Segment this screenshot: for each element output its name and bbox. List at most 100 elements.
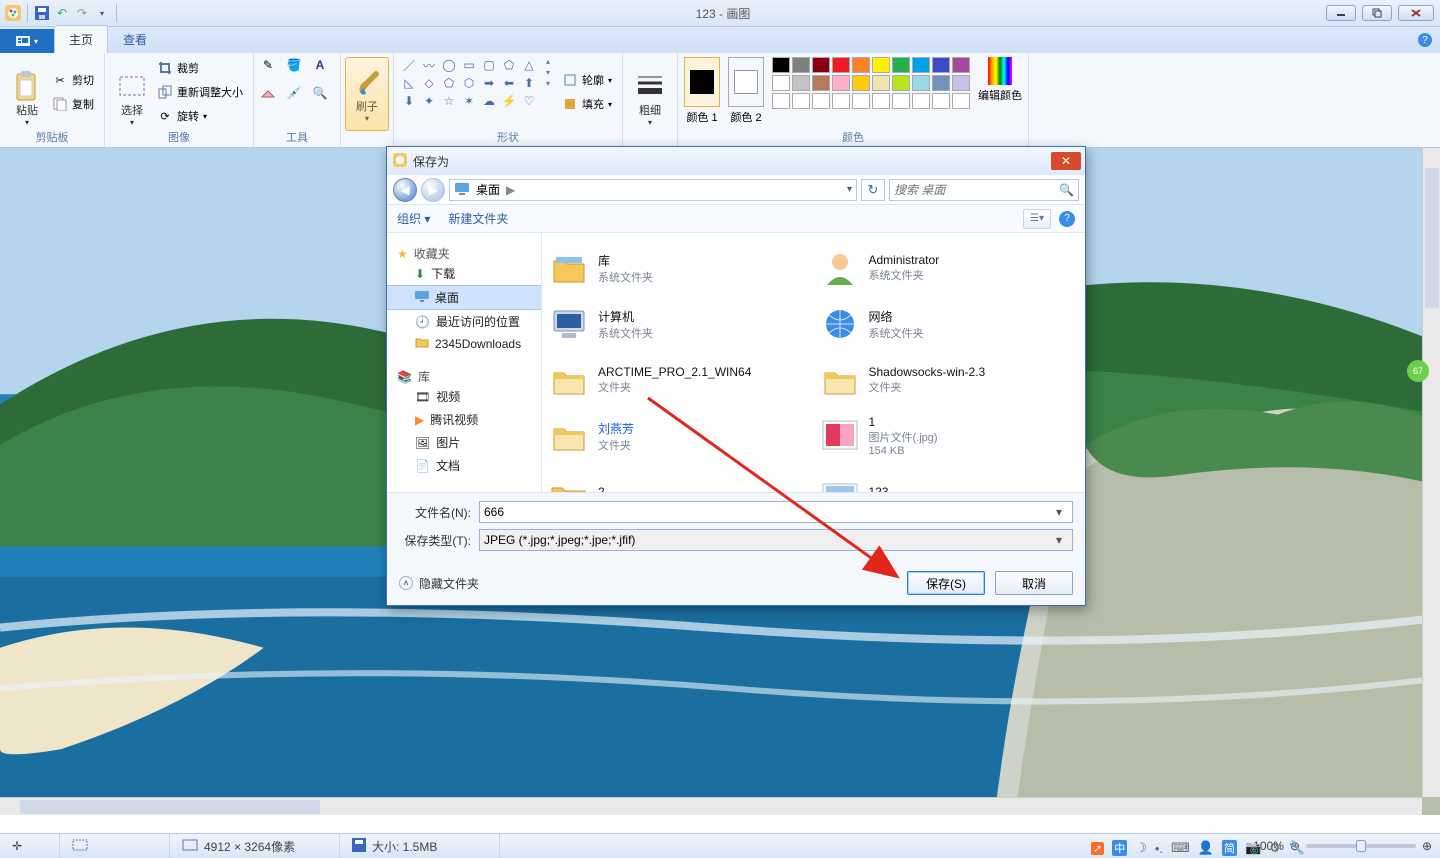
- maximize-button[interactable]: [1362, 5, 1392, 21]
- shape-4star-icon[interactable]: ✦: [420, 93, 438, 109]
- filename-input-wrap[interactable]: ▾: [479, 501, 1073, 523]
- dialog-close-button[interactable]: ✕: [1051, 152, 1081, 170]
- eraser-tool-icon[interactable]: [260, 85, 276, 101]
- color-swatch[interactable]: [872, 75, 890, 91]
- zoom-slider[interactable]: [1306, 844, 1416, 848]
- color-swatch[interactable]: [912, 75, 930, 91]
- color-swatch[interactable]: [832, 93, 850, 109]
- file-item[interactable]: Shadowsocks-win-2.3文件夹: [817, 353, 1082, 407]
- shape-bolt-icon[interactable]: ⚡: [500, 93, 518, 109]
- color-swatch[interactable]: [852, 93, 870, 109]
- breadcrumb[interactable]: 桌面 ▶ ▾: [449, 179, 857, 201]
- shapes-gallery[interactable]: ／ 〰 ◯ ▭ ▢ ⬠ △ ◺ ◇ ⬠ ⬡ ➡ ⬅ ⬆ ⬇ ✦ ☆ ✶ ☁ ⚡: [400, 57, 538, 109]
- color-swatch[interactable]: [772, 93, 790, 109]
- shape-fill-button[interactable]: 填充▾: [562, 94, 612, 114]
- shape-uarrow-icon[interactable]: ⬆: [520, 75, 538, 91]
- zoom-slider-knob[interactable]: [1356, 840, 1366, 852]
- color-swatch[interactable]: [932, 93, 950, 109]
- nav-downloads[interactable]: ⬇下载: [387, 262, 541, 285]
- shape-darrow-icon[interactable]: ⬇: [400, 93, 418, 109]
- nav-recent[interactable]: 🕘最近访问的位置: [387, 310, 541, 333]
- shape-line-icon[interactable]: ／: [400, 57, 418, 73]
- shape-roundrect-icon[interactable]: ▢: [480, 57, 498, 73]
- view-mode-button[interactable]: ☰▾: [1023, 209, 1051, 229]
- file-tab[interactable]: ▾: [0, 29, 54, 53]
- color-swatch[interactable]: [892, 75, 910, 91]
- redo-icon[interactable]: ↷: [73, 4, 91, 22]
- shapes-scroll-down[interactable]: ▾: [546, 68, 550, 77]
- nav-desktop[interactable]: 桌面: [387, 285, 541, 310]
- color-swatch[interactable]: [772, 57, 790, 73]
- color-swatch[interactable]: [812, 93, 830, 109]
- navigation-pane[interactable]: ★收藏夹 ⬇下载 桌面 🕘最近访问的位置 2345Downloads 📚库 🎞视…: [387, 233, 542, 492]
- color-swatch[interactable]: [952, 93, 970, 109]
- shape-diamond-icon[interactable]: ◇: [420, 75, 438, 91]
- file-item[interactable]: Administrator系统文件夹: [817, 241, 1082, 295]
- color-swatch[interactable]: [872, 57, 890, 73]
- color-swatch[interactable]: [792, 93, 810, 109]
- close-button[interactable]: [1398, 5, 1434, 21]
- nav-videos[interactable]: 🎞视频: [387, 385, 541, 408]
- color-swatch[interactable]: [812, 75, 830, 91]
- breadcrumb-dropdown-icon[interactable]: ▾: [847, 184, 852, 195]
- shape-6star-icon[interactable]: ✶: [460, 93, 478, 109]
- color-swatch[interactable]: [932, 57, 950, 73]
- shape-rarrow-icon[interactable]: ➡: [480, 75, 498, 91]
- color-swatch[interactable]: [792, 75, 810, 91]
- vscroll-thumb[interactable]: [1425, 168, 1439, 308]
- color-palette[interactable]: [772, 57, 970, 109]
- undo-icon[interactable]: ↶: [53, 4, 71, 22]
- shape-rtriangle-icon[interactable]: ◺: [400, 75, 418, 91]
- color-swatch[interactable]: [892, 57, 910, 73]
- file-item[interactable]: 刘燕芳文件夹: [546, 409, 811, 463]
- cancel-button[interactable]: 取消: [995, 571, 1073, 595]
- side-badge[interactable]: 67: [1407, 360, 1429, 382]
- shape-triangle-icon[interactable]: △: [520, 57, 538, 73]
- color2-button[interactable]: [728, 57, 764, 107]
- bucket-tool-icon[interactable]: 🪣: [286, 57, 302, 73]
- nav-docs[interactable]: 📄文档: [387, 454, 541, 477]
- color-swatch[interactable]: [872, 93, 890, 109]
- save-button[interactable]: 保存(S): [907, 571, 985, 595]
- hide-folders-button[interactable]: ˄隐藏文件夹: [399, 575, 479, 592]
- shape-callout-icon[interactable]: ☁: [480, 93, 498, 109]
- color-swatch[interactable]: [912, 57, 930, 73]
- shape-rect-icon[interactable]: ▭: [460, 57, 478, 73]
- shape-pentagon-icon[interactable]: ⬠: [440, 75, 458, 91]
- nav-favorites[interactable]: ★收藏夹: [387, 245, 541, 262]
- color-swatch[interactable]: [832, 75, 850, 91]
- color-swatch[interactable]: [952, 57, 970, 73]
- nav-tencent[interactable]: ▶腾讯视频: [387, 408, 541, 431]
- file-item[interactable]: 1图片文件(.jpg)154 KB: [817, 409, 1082, 463]
- file-item[interactable]: 网络系统文件夹: [817, 297, 1082, 351]
- zoom-out-button[interactable]: ⊖: [1290, 839, 1300, 853]
- shape-polygon-icon[interactable]: ⬠: [500, 57, 518, 73]
- shape-larrow-icon[interactable]: ⬅: [500, 75, 518, 91]
- help-icon[interactable]: ?: [1418, 33, 1432, 47]
- shape-outline-button[interactable]: 轮廓▾: [562, 70, 612, 90]
- shape-oval-icon[interactable]: ◯: [440, 57, 458, 73]
- filename-input[interactable]: [484, 505, 1050, 519]
- file-pane[interactable]: 库系统文件夹 Administrator系统文件夹 计算机系统文件夹 网络系统文…: [542, 233, 1085, 492]
- nav-library[interactable]: 📚库: [387, 368, 541, 385]
- magnifier-tool-icon[interactable]: 🔍: [312, 85, 328, 101]
- color-swatch[interactable]: [932, 75, 950, 91]
- dialog-help-icon[interactable]: ?: [1059, 211, 1075, 227]
- rotate-button[interactable]: ⟳旋转 ▾: [157, 106, 243, 126]
- zoom-in-button[interactable]: ⊕: [1422, 839, 1432, 853]
- file-item[interactable]: 2: [546, 465, 811, 492]
- back-button[interactable]: ◀: [393, 178, 417, 202]
- search-input[interactable]: [894, 183, 1059, 197]
- hscroll-thumb[interactable]: [20, 800, 320, 814]
- refresh-button[interactable]: ↻: [861, 179, 885, 201]
- color-swatch[interactable]: [852, 57, 870, 73]
- filetype-dropdown-icon[interactable]: ▾: [1050, 533, 1068, 547]
- file-item[interactable]: ARCTIME_PRO_2.1_WIN64文件夹: [546, 353, 811, 407]
- filetype-select[interactable]: JPEG (*.jpg;*.jpeg;*.jpe;*.jfif)▾: [479, 529, 1073, 551]
- color1-button[interactable]: [684, 57, 720, 107]
- text-tool-icon[interactable]: A: [312, 57, 328, 73]
- horizontal-scrollbar[interactable]: [0, 797, 1422, 815]
- qat-dropdown-icon[interactable]: ▾: [93, 4, 111, 22]
- tab-home[interactable]: 主页: [54, 25, 108, 53]
- thickness-button[interactable]: 粗细▾: [629, 57, 671, 127]
